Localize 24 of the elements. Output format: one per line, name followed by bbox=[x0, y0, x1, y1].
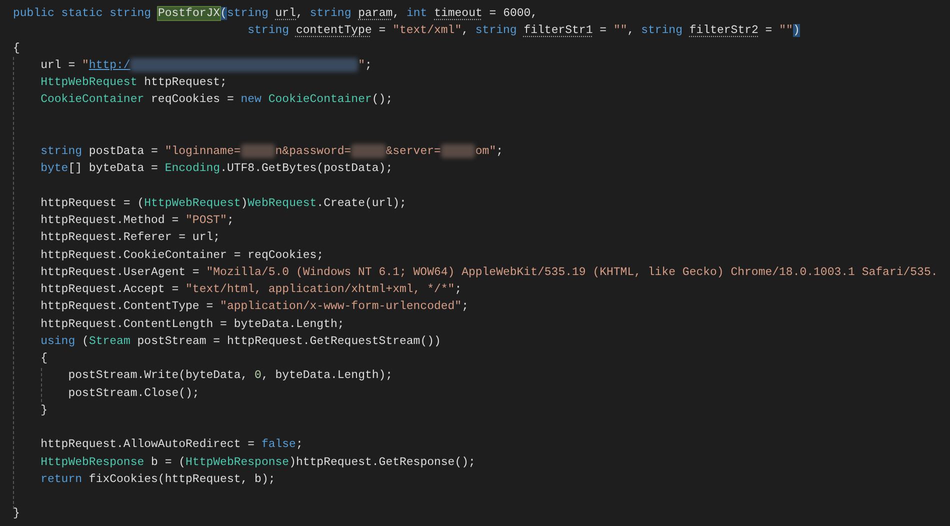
code-line: httpRequest.ContentType = "application/x-www-form-urlencoded"; bbox=[40, 299, 470, 316]
code-line: using (Stream postStream = httpRequest.GetRequestStream()) bbox=[40, 334, 442, 350]
code-line: httpRequest.Accept = "text/html, application/xhtml+xml, */*"; bbox=[40, 282, 463, 298]
code-line: { bbox=[13, 40, 21, 56]
code-line: postStream.Close(); bbox=[67, 386, 200, 402]
code-line: httpRequest.CookieContainer = reqCookies; bbox=[40, 248, 325, 264]
code-line: byte[] byteData = Encoding.UTF8.GetBytes(postData); bbox=[40, 161, 394, 178]
code-line: httpRequest.Referer = url; bbox=[40, 230, 222, 246]
code-line: HttpWebResponse b = (HttpWebResponse)httpRequest.GetResponse(); bbox=[40, 454, 476, 470]
code-line: return fixCookies(httpRequest, b); bbox=[40, 472, 276, 488]
code-line: httpRequest.AllowAutoRedirect = false; bbox=[40, 437, 304, 454]
code-line: httpRequest.UserAgent = "Mozilla/5.0 (Windows NT 6.1; WOW64) AppleWebKit/535.19 (KHTML, like Gecko) Chrome/18.0.1003.1 Safari/535. bbox=[40, 264, 939, 281]
code-line: httpRequest.ContentLength = byteData.Length; bbox=[40, 316, 346, 332]
code-line: public static string PostforJX(string url, string param, int timeout = 6000, bbox=[13, 6, 539, 22]
code-line: { bbox=[40, 351, 49, 367]
code-line: } bbox=[40, 402, 49, 419]
code-line: string contentType = "text/xml", string filterStr1 = "", string filterStr2 = "") bbox=[246, 23, 801, 40]
code-line: string postData = "loginname= n&password= &server= om"; bbox=[40, 143, 504, 160]
code-line: CookieContainer reqCookies = new CookieContainer(); bbox=[40, 92, 394, 108]
code-line: HttpWebRequest httpRequest; bbox=[40, 75, 228, 91]
code-line: } bbox=[13, 506, 21, 522]
code-line: httpRequest.Method = "POST"; bbox=[40, 213, 235, 229]
code-line: httpRequest = (HttpWebRequest)WebRequest.Create(url); bbox=[40, 196, 408, 212]
code-line: postStream.Write(byteData, 0, byteData.Length); bbox=[67, 368, 394, 384]
